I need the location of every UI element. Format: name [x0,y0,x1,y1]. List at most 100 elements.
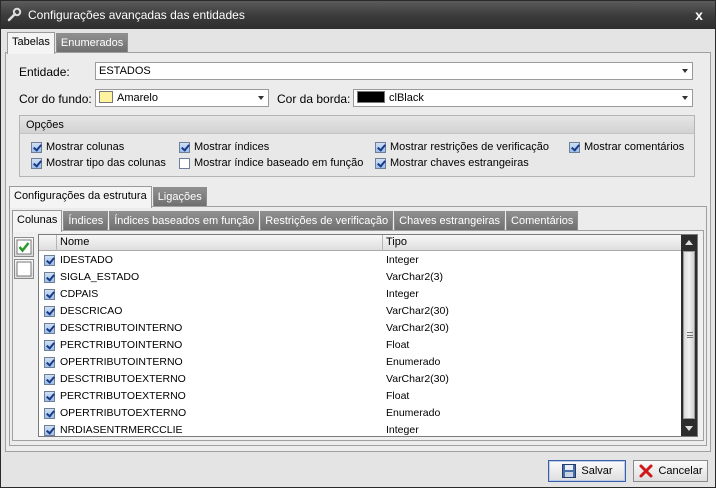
column-type-cell: Integer [386,288,419,300]
column-name-cell: NRDIASENTRMERCCLIE [60,424,183,436]
cor-borda-combo[interactable]: clBlack [353,89,693,107]
mostrar-tipo-colunas-checkbox[interactable]: Mostrar tipo das colunas [31,157,166,169]
cor-borda-value: clBlack [389,92,424,104]
chevron-down-icon [258,96,264,100]
floppy-disk-icon [562,464,577,478]
checkbox-icon[interactable] [44,425,55,436]
tab-comentarios[interactable]: Comentários [506,211,579,231]
column-type-cell: VarChar2(3) [386,271,443,283]
inner-tabs: Colunas Índices Índices baseados em funç… [12,209,579,232]
cancel-button[interactable]: Cancelar [633,460,708,482]
vertical-scrollbar[interactable] [681,235,697,436]
column-divider [56,235,57,251]
checkbox-icon [375,157,386,169]
checkbox-icon[interactable] [44,323,55,334]
tab-chaves-estrangeiras[interactable]: Chaves estrangeiras [394,211,506,231]
tab-ligacoes[interactable]: Ligações [152,187,207,207]
dialog-window: Configurações avançadas das entidades x … [0,0,716,488]
table-row[interactable]: OPERTRIBUTOEXTERNO Enumerado [39,405,682,422]
mostrar-restricoes-checkbox[interactable]: Mostrar restrições de verificação [375,141,549,153]
table-row[interactable]: SIGLA_ESTADO VarChar2(3) [39,269,682,286]
column-type-cell: VarChar2(30) [386,322,449,334]
mostrar-indice-funcao-checkbox[interactable]: Mostrar índice baseado em função [179,157,363,169]
mostrar-colunas-checkbox[interactable]: Mostrar colunas [31,141,124,153]
table-row[interactable]: PERCTRIBUTOEXTERNO Float [39,388,682,405]
tab-indices-funcao[interactable]: Índices baseados em função [109,211,260,231]
checkbox-label: Mostrar comentários [584,141,685,153]
table-row[interactable]: IDESTADO Integer [39,252,682,269]
table-row[interactable]: PERCTRIBUTOINTERNO Float [39,337,682,354]
checkbox-icon [569,141,580,153]
scroll-up-icon[interactable] [685,240,693,245]
scrollbar-thumb[interactable] [683,251,695,419]
column-type-cell: Float [386,390,410,402]
column-name-cell: PERCTRIBUTOINTERNO [60,339,183,351]
cor-fundo-combo[interactable]: Amarelo [95,89,269,107]
checkbox-label: Mostrar colunas [46,141,125,153]
column-type-cell: VarChar2(30) [386,305,449,317]
column-divider [382,235,383,251]
check-all-button[interactable] [14,237,34,257]
column-type-cell: Enumerado [386,407,441,419]
chevron-down-icon [682,96,688,100]
checkbox-label: Mostrar tipo das colunas [46,157,166,169]
header-tipo[interactable]: Tipo [386,236,407,248]
window-title: Configurações avançadas das entidades [28,8,245,22]
column-name-cell: PERCTRIBUTOEXTERNO [60,390,186,402]
checkbox-label: Mostrar índice baseado em função [194,157,364,169]
tab-enumerados[interactable]: Enumerados [55,33,129,53]
checkbox-icon [31,157,42,169]
checkbox-icon[interactable] [44,357,55,368]
header-nome[interactable]: Nome [60,236,89,248]
opcoes-title: Opções [20,116,694,134]
checkbox-icon[interactable] [44,272,55,283]
mostrar-indices-checkbox[interactable]: Mostrar índices [179,141,269,153]
opcoes-group: Opções Mostrar colunas Mostrar índices M… [19,115,695,177]
close-icon[interactable]: x [689,5,709,25]
cor-borda-label: Cor da borda: [277,92,351,106]
uncheck-all-icon [16,261,32,277]
column-name-cell: DESCTRIBUTOINTERNO [60,322,183,334]
column-type-cell: Enumerado [386,356,441,368]
cancel-label: Cancelar [658,465,703,477]
checkbox-icon [375,141,386,153]
table-row[interactable]: DESCTRIBUTOEXTERNO VarChar2(30) [39,371,682,388]
wrench-icon [7,7,22,22]
title-bar: Configurações avançadas das entidades x [1,1,715,29]
checkbox-icon[interactable] [44,306,55,317]
checkbox-icon[interactable] [44,391,55,402]
mostrar-comentarios-checkbox[interactable]: Mostrar comentários [569,141,684,153]
check-all-icon [16,239,32,255]
checkbox-icon[interactable] [44,408,55,419]
column-name-cell: DESCTRIBUTOEXTERNO [60,373,186,385]
tab-configuracoes-estrutura[interactable]: Configurações da estrutura [9,186,152,208]
checkbox-icon[interactable] [44,374,55,385]
entidade-combo[interactable]: ESTADOS [95,62,693,80]
table-row[interactable]: NRDIASENTRMERCCLIE Integer [39,422,682,436]
mostrar-chaves-checkbox[interactable]: Mostrar chaves estrangeiras [375,157,529,169]
column-name-cell: OPERTRIBUTOEXTERNO [60,407,187,419]
checkbox-icon[interactable] [44,340,55,351]
entidade-value: ESTADOS [99,65,151,77]
grid-header: Nome Tipo [39,235,682,251]
scroll-down-icon[interactable] [685,426,693,431]
checkbox-icon [179,141,190,153]
table-row[interactable]: DESCRICAO VarChar2(30) [39,303,682,320]
table-row[interactable]: OPERTRIBUTOINTERNO Enumerado [39,354,682,371]
tab-indices[interactable]: Índices [63,211,109,231]
tab-tabelas[interactable]: Tabelas [7,32,55,54]
save-button[interactable]: Salvar [548,460,626,482]
column-type-cell: VarChar2(30) [386,373,449,385]
checkbox-icon[interactable] [44,255,55,266]
color-swatch-icon [99,91,113,103]
uncheck-all-button[interactable] [14,259,34,279]
color-swatch-icon [357,91,385,103]
cor-fundo-label: Cor do fundo: [19,92,92,106]
checkbox-icon[interactable] [44,289,55,300]
cancel-x-icon [639,464,653,478]
table-row[interactable]: DESCTRIBUTOINTERNO VarChar2(30) [39,320,682,337]
column-type-cell: Integer [386,424,419,436]
tab-colunas[interactable]: Colunas [12,210,63,232]
tab-restricoes[interactable]: Restrições de verificação [260,211,394,231]
table-row[interactable]: CDPAIS Integer [39,286,682,303]
